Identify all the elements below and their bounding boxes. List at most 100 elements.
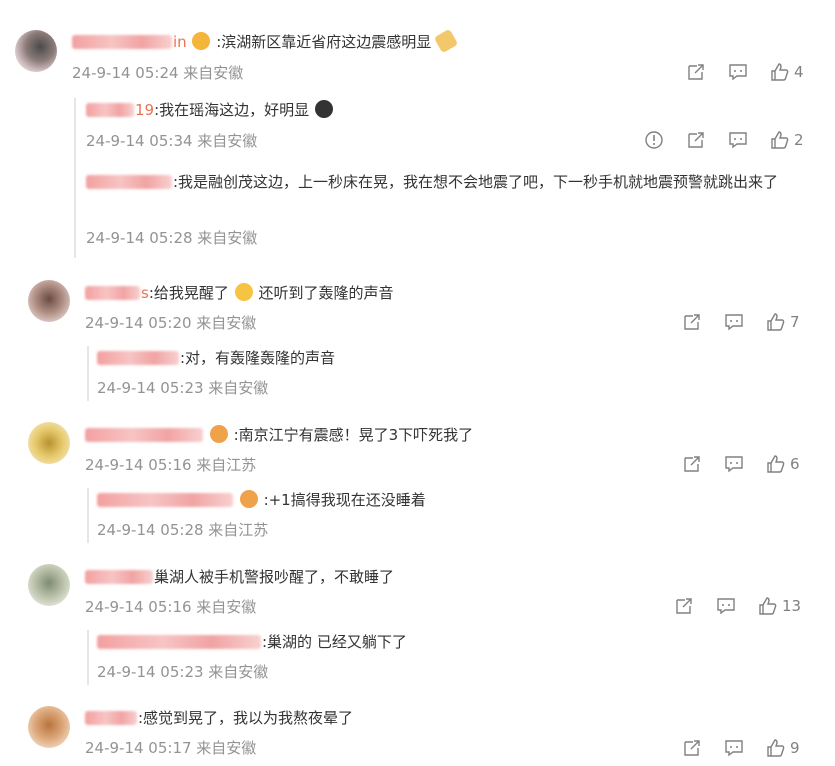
reply-line: 19:我在瑶海这边，好明显 bbox=[86, 99, 334, 121]
reply-meta: 24-9-14 05:23 来自安徽 bbox=[97, 379, 269, 397]
emoji-icon bbox=[433, 28, 459, 54]
reply-text: :对，有轰隆轰隆的声音 bbox=[180, 349, 336, 367]
reply-text: :我是融创茂这边，上一秒床在晃，我在想不会地震了吧，下一秒手机就地震预警就跳出来… bbox=[173, 173, 779, 191]
username[interactable] bbox=[86, 173, 173, 191]
comment-icon bbox=[729, 64, 747, 81]
reply-meta: 24-9-14 05:28 来自安徽 bbox=[86, 229, 258, 247]
like-button[interactable]: 7 bbox=[766, 312, 800, 332]
like-count: 2 bbox=[794, 131, 804, 149]
comment-button[interactable] bbox=[728, 130, 748, 150]
share-button[interactable] bbox=[686, 62, 706, 82]
share-button[interactable] bbox=[682, 312, 702, 332]
reply-line: :+1搞得我现在还没睡着 bbox=[97, 489, 426, 511]
comment-button[interactable] bbox=[716, 596, 736, 616]
comment-text-after: 还听到了轰隆的声音 bbox=[258, 284, 394, 302]
avatar[interactable] bbox=[28, 564, 70, 606]
username[interactable]: in bbox=[72, 33, 187, 51]
like-count: 9 bbox=[790, 739, 800, 757]
comment-line: in :滨湖新区靠近省府这边震感明显 bbox=[72, 28, 459, 54]
badge-icon bbox=[192, 32, 211, 50]
comment-icon bbox=[725, 456, 743, 473]
username[interactable] bbox=[85, 709, 138, 727]
badge-icon bbox=[239, 490, 258, 508]
like-count: 7 bbox=[790, 313, 800, 331]
username[interactable] bbox=[97, 491, 234, 509]
like-icon bbox=[771, 131, 789, 149]
reply-text: :+1搞得我现在还没睡着 bbox=[263, 491, 426, 509]
username[interactable] bbox=[97, 633, 262, 651]
like-button[interactable]: 9 bbox=[766, 738, 800, 758]
like-count: 13 bbox=[782, 597, 802, 615]
reply-text: :我在瑶海这边，好明显 bbox=[154, 101, 310, 119]
username[interactable] bbox=[85, 426, 204, 444]
comment-text: :感觉到晃了，我以为我熬夜晕了 bbox=[138, 709, 354, 727]
reply-line: :对，有轰隆轰隆的声音 bbox=[97, 347, 335, 369]
like-button[interactable]: 6 bbox=[766, 454, 800, 474]
comment-meta: 24-9-14 05:16 来自江苏 bbox=[85, 456, 257, 474]
share-button[interactable] bbox=[682, 454, 702, 474]
like-icon bbox=[767, 313, 785, 331]
reply-line: :我是融创茂这边，上一秒床在晃，我在想不会地震了吧，下一秒手机就地震预警就跳出来… bbox=[86, 168, 806, 196]
comment-icon bbox=[717, 598, 735, 615]
report-button[interactable] bbox=[644, 130, 664, 150]
like-button[interactable]: 4 bbox=[770, 62, 804, 82]
share-icon bbox=[684, 740, 700, 756]
reply-text: :巢湖的 已经又躺下了 bbox=[262, 633, 407, 651]
like-count: 4 bbox=[794, 63, 804, 81]
share-icon bbox=[684, 314, 700, 330]
like-icon bbox=[759, 597, 777, 615]
share-button[interactable] bbox=[682, 738, 702, 758]
reply-divider bbox=[87, 630, 89, 685]
share-icon bbox=[676, 598, 692, 614]
share-icon bbox=[688, 64, 704, 80]
username[interactable] bbox=[97, 349, 180, 367]
reply-meta: 24-9-14 05:28 来自江苏 bbox=[97, 521, 269, 539]
share-button[interactable] bbox=[674, 596, 694, 616]
comment-line: :感觉到晃了，我以为我熬夜晕了 bbox=[85, 707, 353, 729]
comment-line: :南京江宁有震感！晃了3下吓死我了 bbox=[85, 424, 473, 446]
comment-icon bbox=[729, 132, 747, 149]
like-count: 6 bbox=[790, 455, 800, 473]
like-icon bbox=[771, 63, 789, 81]
comment-icon bbox=[725, 740, 743, 757]
comment-line: s:给我晃醒了 还听到了轰隆的声音 bbox=[85, 282, 393, 304]
comment-meta: 24-9-14 05:20 来自安徽 bbox=[85, 314, 257, 332]
comment-text: :给我晃醒了 bbox=[148, 284, 229, 302]
reply-line: :巢湖的 已经又躺下了 bbox=[97, 631, 407, 653]
like-button[interactable]: 13 bbox=[758, 596, 801, 616]
username[interactable]: s bbox=[85, 284, 149, 302]
comment-meta: 24-9-14 05:17 来自安徽 bbox=[85, 739, 257, 757]
reply-divider bbox=[87, 346, 89, 401]
comment-text: :南京江宁有震感！晃了3下吓死我了 bbox=[233, 426, 474, 444]
comment-button[interactable] bbox=[728, 62, 748, 82]
share-icon bbox=[684, 456, 700, 472]
like-icon bbox=[767, 739, 785, 757]
share-button[interactable] bbox=[686, 130, 706, 150]
badge-icon bbox=[209, 425, 228, 443]
comment-line: 巢湖人被手机警报吵醒了，不敢睡了 bbox=[85, 566, 394, 588]
report-icon bbox=[645, 131, 663, 149]
reply-meta: 24-9-14 05:34 来自安徽 bbox=[86, 132, 258, 150]
avatar[interactable] bbox=[28, 706, 70, 748]
like-button[interactable]: 2 bbox=[770, 130, 804, 150]
avatar[interactable] bbox=[15, 30, 57, 72]
comment-button[interactable] bbox=[724, 738, 744, 758]
reply-meta: 24-9-14 05:23 来自安徽 bbox=[97, 663, 269, 681]
comment-meta: 24-9-14 05:24 来自安徽 bbox=[72, 64, 244, 82]
reply-divider bbox=[74, 98, 76, 258]
comment-text: 巢湖人被手机警报吵醒了，不敢睡了 bbox=[154, 568, 395, 586]
username[interactable]: 19 bbox=[86, 101, 154, 119]
username[interactable] bbox=[85, 568, 154, 586]
avatar[interactable] bbox=[28, 422, 70, 464]
avatar[interactable] bbox=[28, 280, 70, 322]
comment-meta: 24-9-14 05:16 来自安徽 bbox=[85, 598, 257, 616]
comment-button[interactable] bbox=[724, 454, 744, 474]
reply-divider bbox=[87, 488, 89, 543]
share-icon bbox=[688, 132, 704, 148]
emoji-icon bbox=[314, 100, 333, 118]
like-icon bbox=[767, 455, 785, 473]
crying-emoji-icon bbox=[234, 283, 253, 301]
comment-text: :滨湖新区靠近省府这边震感明显 bbox=[216, 33, 432, 51]
comment-button[interactable] bbox=[724, 312, 744, 332]
comment-icon bbox=[725, 314, 743, 331]
